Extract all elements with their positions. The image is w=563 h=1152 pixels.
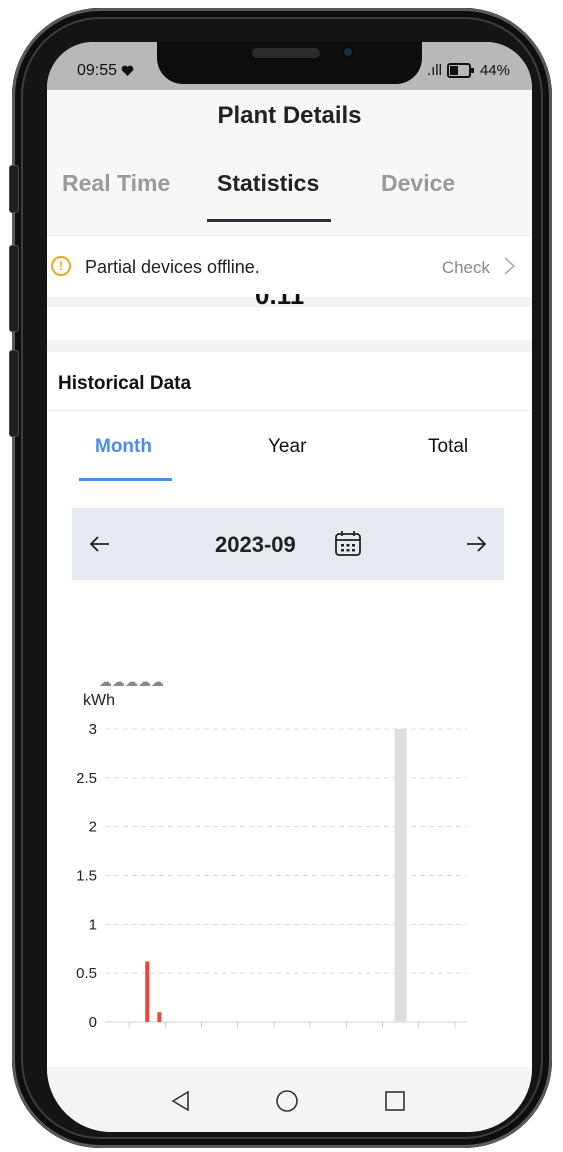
- signal-icon: .ıll: [426, 62, 442, 79]
- bar-consumption-day-4: [145, 961, 150, 1022]
- active-tab-indicator: [207, 219, 331, 222]
- back-triangle-icon[interactable]: [169, 1089, 193, 1113]
- period-tab-month[interactable]: Month: [95, 436, 152, 458]
- warning-circle-icon: !: [51, 256, 71, 276]
- partial-value: 0.11: [255, 294, 305, 310]
- tab-real-time[interactable]: Real Time: [62, 170, 170, 197]
- tab-device[interactable]: Device: [381, 170, 455, 197]
- volume-up-button: [9, 245, 19, 332]
- time-text: 09:55: [77, 62, 118, 79]
- calendar-icon[interactable]: [334, 529, 362, 557]
- notice-text: Partial devices offline.: [85, 257, 260, 277]
- front-camera: [341, 45, 355, 59]
- status-indicators: .ıll 44%: [427, 62, 510, 79]
- battery-icon: [446, 63, 474, 78]
- active-period-indicator: [79, 478, 172, 481]
- historical-data-title: Historical Data: [58, 373, 192, 394]
- status-time: 09:55: [77, 62, 134, 80]
- battery-percent: 44%: [479, 62, 510, 79]
- offline-notice[interactable]: ! Partial devices offline. Check: [47, 235, 532, 296]
- y-tick-label: 0: [89, 1014, 97, 1031]
- weather-icons: ☁☁☁☁☁: [99, 674, 164, 689]
- home-circle-icon[interactable]: [275, 1089, 299, 1113]
- app-screen: 09:55 .ıll 44% Plant Details Real Time S…: [47, 42, 532, 1132]
- page-title: Plant Details: [217, 102, 362, 129]
- selected-date[interactable]: 2023-09: [215, 532, 296, 558]
- period-tab-total[interactable]: Total: [428, 436, 468, 458]
- y-tick-label: 1: [89, 916, 97, 933]
- y-tick-label: 3: [89, 721, 97, 738]
- y-tick-label: 2: [89, 819, 97, 836]
- y-tick-label: 0.5: [76, 965, 97, 982]
- bar-consumption-day-5: [157, 1012, 162, 1022]
- divider: [47, 410, 532, 411]
- speaker-grille: [252, 48, 320, 58]
- selected-day-highlight: [394, 729, 407, 1022]
- phone-side-button: [9, 165, 19, 213]
- energy-bar-chart: ☁☁☁☁☁ kWh 32.521.510.50 1471013161922252…: [76, 674, 467, 1031]
- check-link[interactable]: Check: [442, 258, 490, 278]
- main-tabs: Real Time Statistics Device: [47, 170, 532, 230]
- heart-icon: [121, 65, 134, 76]
- period-tab-year[interactable]: Year: [268, 436, 306, 458]
- y-axis-label: kWh: [83, 692, 115, 709]
- arrow-left-icon[interactable]: [88, 532, 112, 556]
- section-divider: [47, 340, 532, 352]
- recents-square-icon[interactable]: [383, 1089, 407, 1113]
- y-tick-label: 1.5: [76, 868, 97, 885]
- chevron-right-icon[interactable]: [500, 257, 518, 275]
- tab-statistics[interactable]: Statistics: [217, 170, 319, 197]
- arrow-right-icon[interactable]: [464, 532, 488, 556]
- volume-down-button: [9, 350, 19, 437]
- camera-notch: [157, 42, 422, 84]
- system-nav-bar: [47, 1067, 532, 1132]
- y-tick-label: 2.5: [76, 770, 97, 787]
- date-selector: 2023-09: [72, 508, 504, 580]
